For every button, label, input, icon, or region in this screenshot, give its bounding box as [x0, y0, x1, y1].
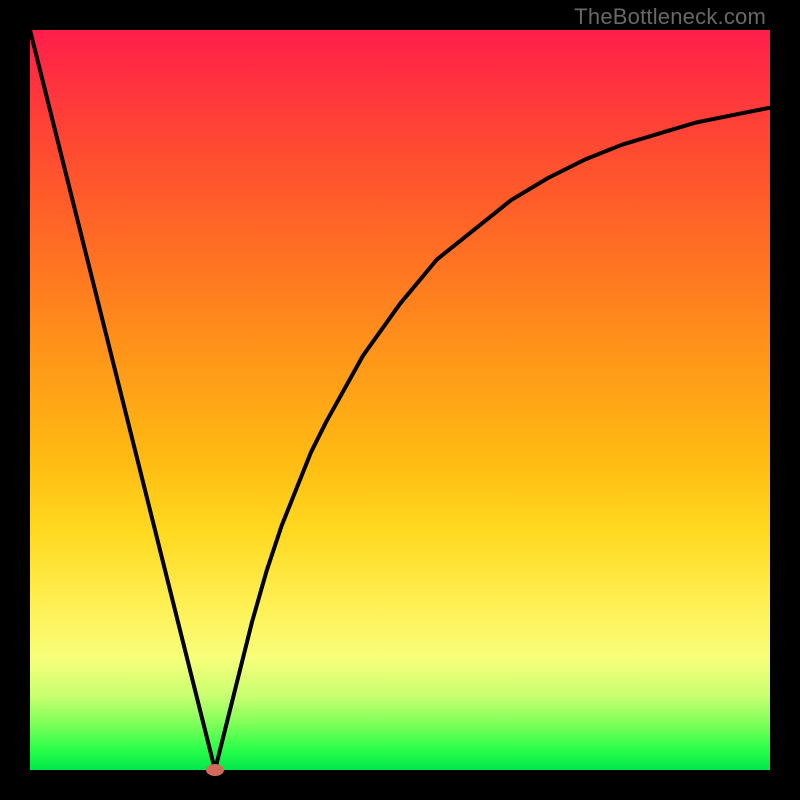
- watermark-label: TheBottleneck.com: [574, 4, 766, 30]
- bottleneck-curve: [30, 30, 770, 770]
- min-point-marker: [206, 764, 224, 776]
- chart-frame: TheBottleneck.com: [0, 0, 800, 800]
- plot-area: [30, 30, 770, 770]
